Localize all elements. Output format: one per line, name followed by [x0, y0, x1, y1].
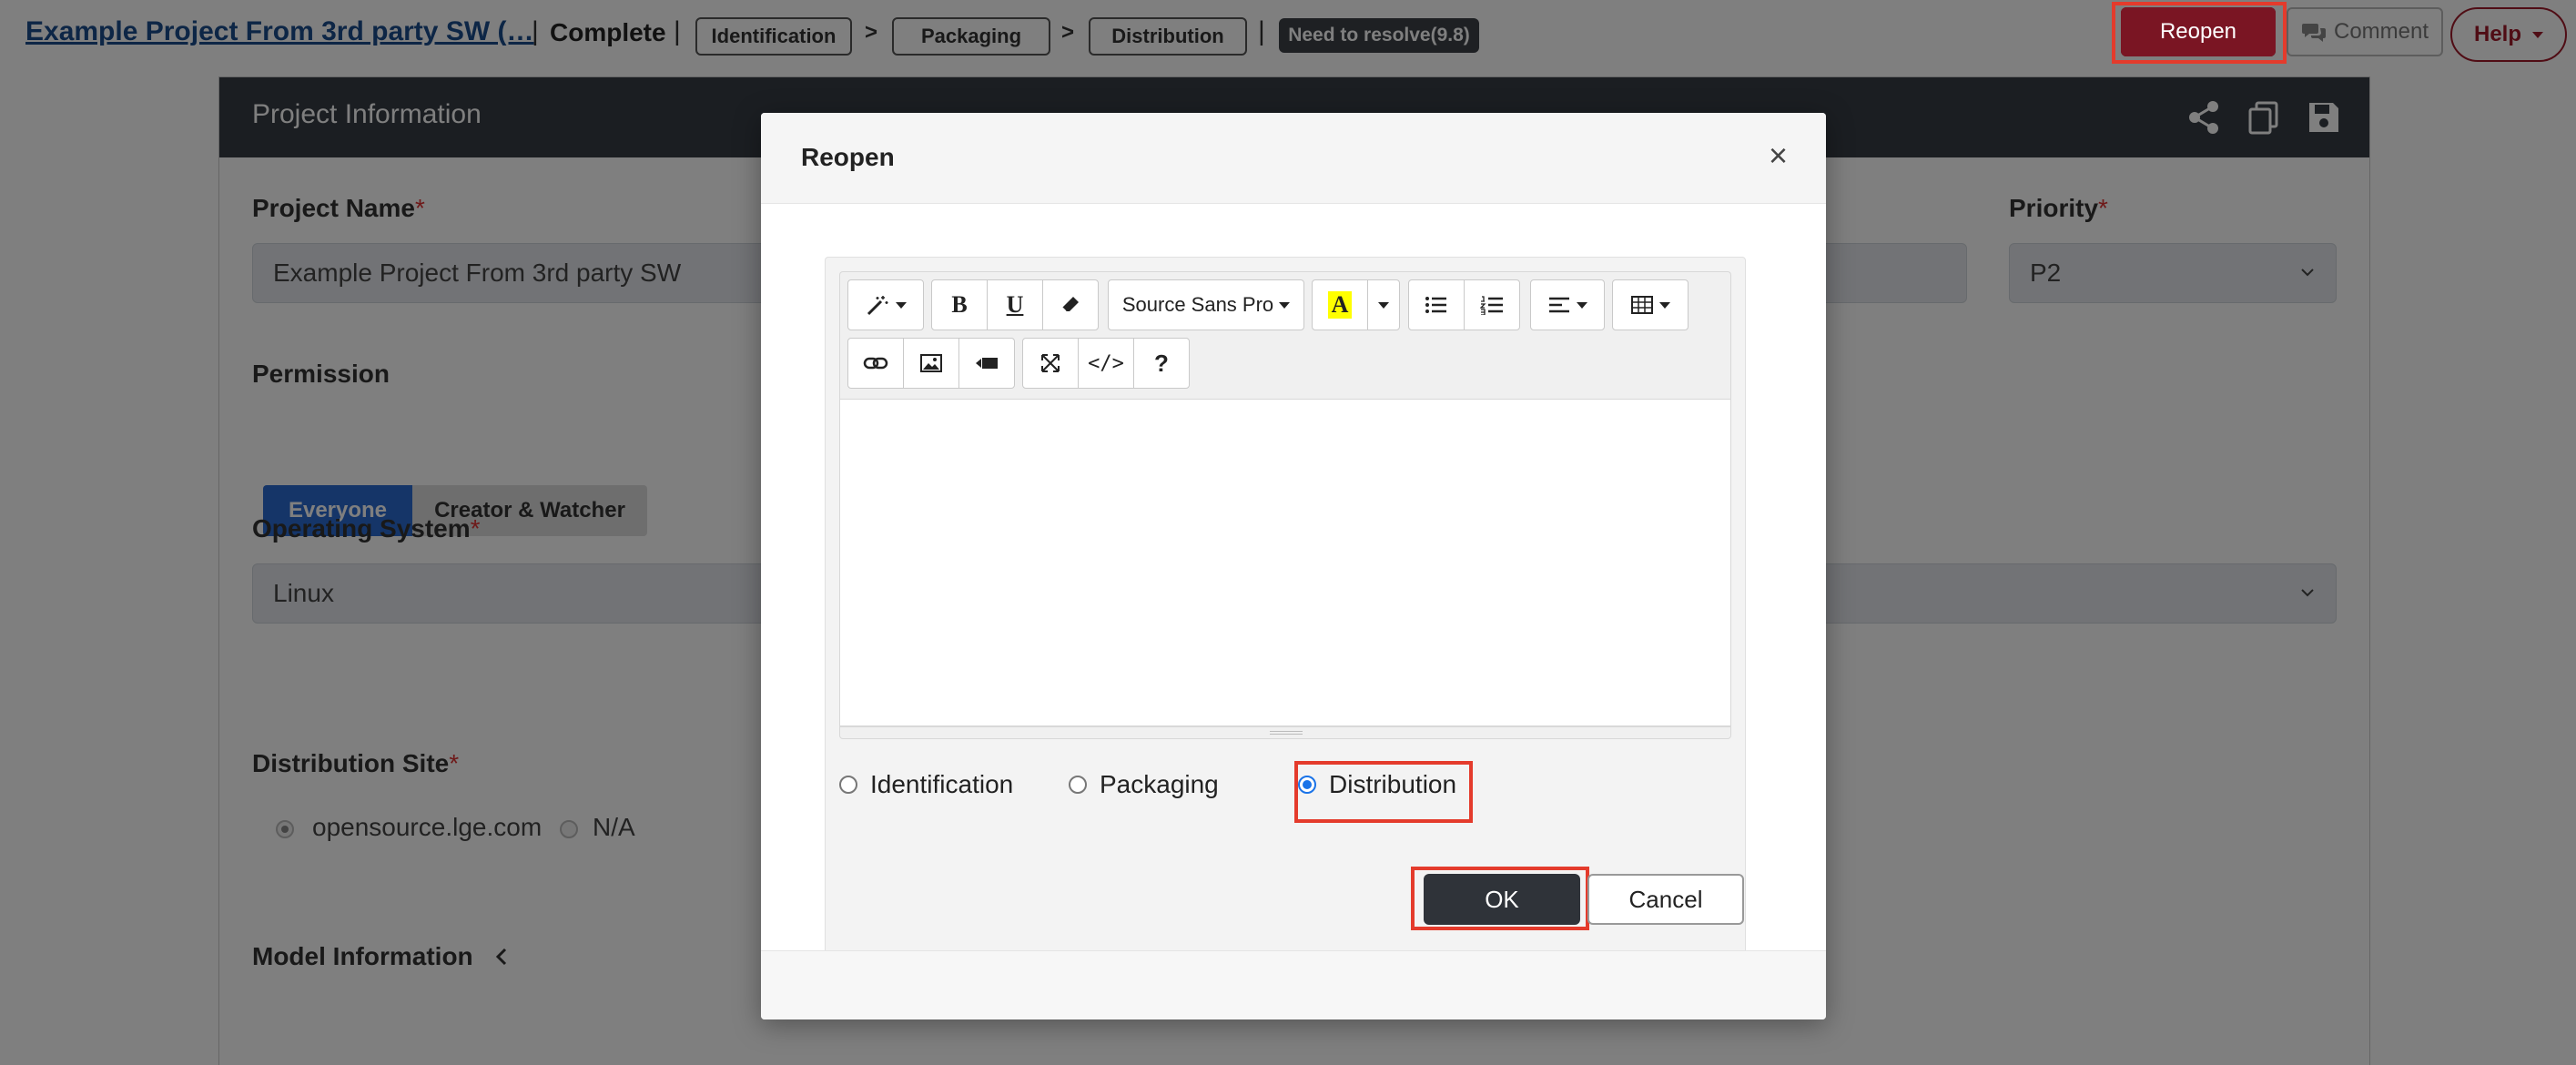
expand-icon: [1041, 354, 1060, 372]
bold-button[interactable]: B: [931, 279, 988, 330]
radio-packaging-label: Packaging: [1100, 770, 1219, 798]
radio-identification[interactable]: Identification: [839, 770, 1013, 799]
caret-down-icon: [1279, 301, 1291, 309]
table-icon: [1631, 296, 1653, 314]
ordered-list-icon: [1480, 296, 1503, 315]
radio-identification-label: Identification: [870, 770, 1014, 798]
font-family-dropdown[interactable]: Source Sans Pro: [1108, 279, 1304, 330]
modal-title: Reopen: [801, 143, 895, 171]
font-family-label: Source Sans Pro: [1121, 293, 1274, 316]
table-dropdown[interactable]: [1612, 279, 1689, 330]
help-button[interactable]: ?: [1133, 338, 1190, 389]
modal-header: Reopen ×: [761, 113, 1826, 204]
radio-packaging[interactable]: Packaging: [1069, 770, 1219, 799]
rich-text-editor[interactable]: [839, 399, 1731, 726]
editor-resize-handle[interactable]: [839, 726, 1731, 739]
paragraph-align-dropdown[interactable]: [1530, 279, 1605, 330]
close-icon[interactable]: ×: [1769, 137, 1788, 175]
video-icon: [976, 358, 998, 369]
link-icon: [863, 357, 888, 370]
caret-down-icon: [1378, 301, 1389, 309]
radio-identification-input[interactable]: [839, 776, 857, 794]
highlight-box: [2112, 2, 2287, 64]
highlight-box: [1411, 867, 1589, 930]
highlight-color-button[interactable]: A: [1312, 279, 1368, 330]
radio-packaging-input[interactable]: [1069, 776, 1087, 794]
ordered-list-button[interactable]: [1464, 279, 1520, 330]
magic-wand-icon: [867, 296, 888, 316]
editor-toolbar: B U Source Sans Pro A </> ?: [839, 271, 1731, 399]
underline-button[interactable]: U: [987, 279, 1043, 330]
color-dropdown-button[interactable]: [1367, 279, 1400, 330]
caret-down-icon: [1659, 301, 1670, 309]
unordered-list-button[interactable]: [1408, 279, 1465, 330]
reopen-modal: Reopen × B U Source Sans Pro A </> ? Ide…: [761, 113, 1826, 1019]
magic-style-button[interactable]: [847, 279, 924, 330]
highlight-color-icon: A: [1327, 291, 1353, 319]
eraser-icon: [1061, 297, 1079, 312]
insert-image-button[interactable]: [903, 338, 959, 389]
cancel-button[interactable]: Cancel: [1587, 874, 1744, 925]
fullscreen-button[interactable]: [1022, 338, 1079, 389]
code-view-button[interactable]: </>: [1078, 338, 1134, 389]
eraser-button[interactable]: [1042, 279, 1099, 330]
image-icon: [920, 354, 942, 372]
caret-down-icon: [896, 301, 907, 309]
insert-video-button[interactable]: [958, 338, 1015, 389]
caret-down-icon: [1577, 301, 1587, 309]
unordered-list-icon: [1425, 297, 1446, 313]
insert-link-button[interactable]: [847, 338, 904, 389]
modal-footer: [761, 950, 1826, 1019]
align-left-icon: [1549, 297, 1569, 313]
highlight-box: [1294, 761, 1473, 823]
